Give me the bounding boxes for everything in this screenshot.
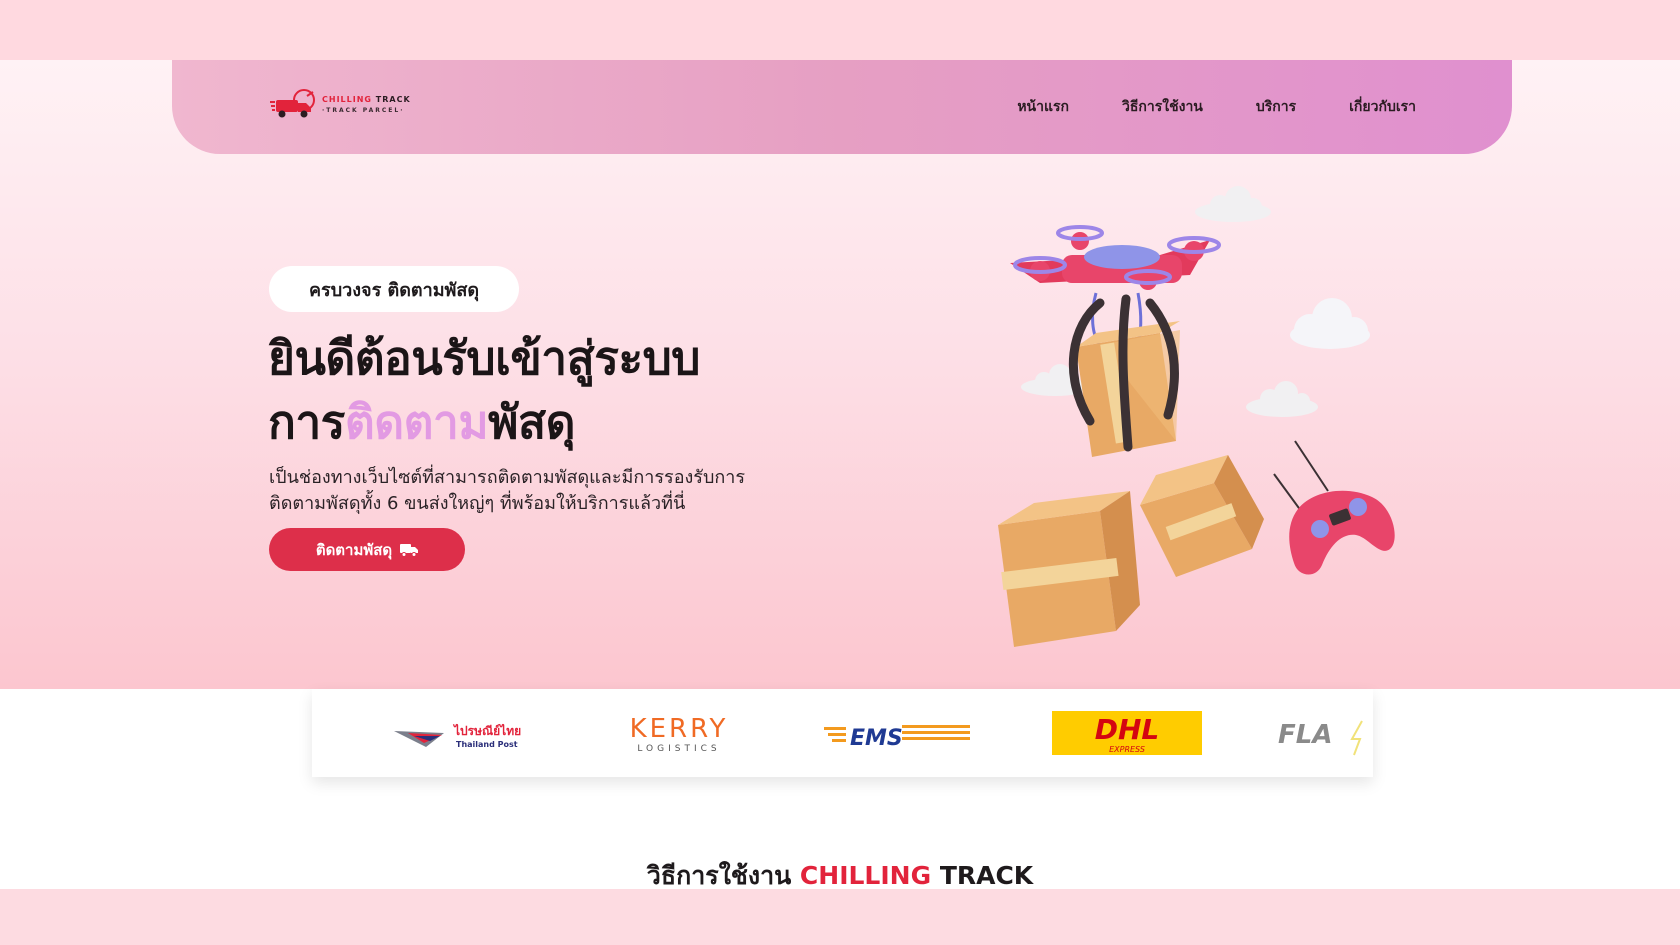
fluffy-cloud-icon	[1290, 298, 1370, 349]
hero-badge: ครบวงจร ติดตามพัสดุ	[269, 266, 520, 312]
page-bottom-band	[0, 889, 1680, 945]
brand-tagline: ·TRACK PARCEL·	[322, 107, 405, 114]
nav-item-services[interactable]: บริการ	[1256, 96, 1296, 118]
nav-item-how-to-use[interactable]: วิธีการใช้งาน	[1122, 96, 1203, 118]
carrier-logos-strip: ไปรษณีย์ไทย Thailand Post KERRY LOGISTIC…	[312, 689, 1373, 777]
carrier-dhl[interactable]: DHL EXPRESS	[1052, 703, 1202, 763]
thailand-post-en-text: Thailand Post	[456, 740, 518, 749]
carrier-thailand-post[interactable]: ไปรษณีย์ไทย Thailand Post	[384, 703, 534, 763]
track-parcel-label: ติดตามพัสดุ	[315, 540, 393, 559]
hero-title-highlight: ติดตาม	[344, 395, 489, 449]
game-controller-icon	[1273, 440, 1395, 575]
section-title-suffix: TRACK	[931, 861, 1034, 890]
carrier-kerry[interactable]: KERRY LOGISTICS	[604, 703, 754, 763]
hero-description: เป็นช่องทางเว็บไซต์ที่สามารถติดตามพัสดุแ…	[269, 465, 809, 517]
brand-logo[interactable]: CHILLING TRACK ·TRACK PARCEL·	[270, 82, 420, 128]
navbar: CHILLING TRACK ·TRACK PARCEL· หน้าแรก วิ…	[0, 60, 1680, 154]
kerry-sub-text: LOGISTICS	[637, 744, 720, 754]
ems-text: EMS	[850, 726, 903, 751]
truck-logo-icon	[270, 89, 315, 118]
drone-icon	[1010, 225, 1221, 346]
tilted-box-icon	[1140, 455, 1264, 577]
box-icon	[998, 491, 1140, 647]
kerry-text: KERRY	[630, 714, 729, 744]
nav-item-home[interactable]: หน้าแรก	[1017, 96, 1069, 118]
track-parcel-button[interactable]: ติดตามพัสดุ	[269, 528, 465, 571]
hero-section	[0, 60, 1680, 689]
nav-item-about[interactable]: เกี่ยวกับเรา	[1349, 96, 1416, 118]
how-to-use-section-title: วิธีการใช้งาน CHILLING TRACK	[0, 856, 1680, 896]
hero-title: ยินดีต้อนรับเข้าสู่ระบบ การติดตามพัสดุ	[268, 326, 828, 454]
carrier-ems[interactable]: EMS	[824, 703, 974, 763]
hero-title-line2: การติดตามพัสดุ	[268, 390, 828, 454]
carrier-flash[interactable]: FLA	[1272, 703, 1372, 763]
cloud-icon	[1246, 381, 1318, 417]
cloud-icon	[1195, 186, 1271, 222]
flash-text: FLA	[1278, 720, 1332, 750]
thailand-post-th-text: ไปรษณีย์ไทย	[452, 723, 521, 738]
drone-delivery-illustration	[998, 186, 1395, 647]
hero-title-suffix: พัสดุ	[488, 395, 575, 449]
section-title-prefix: วิธีการใช้งาน	[646, 861, 800, 890]
dhl-sub-text: EXPRESS	[1109, 745, 1145, 754]
hero-description-line1: เป็นช่องทางเว็บไซต์ที่สามารถติดตามพัสดุแ…	[269, 467, 746, 488]
dhl-text: DHL	[1095, 713, 1160, 746]
truck-icon	[400, 543, 419, 557]
hero-description-line2: ติดตามพัสดุทั้ง 6 ขนส่งใหญ่ๆ ที่พร้อมให้…	[269, 493, 686, 514]
brand-name-red: CHILLING	[322, 95, 372, 104]
page-top-band	[0, 0, 1680, 60]
section-title-red: CHILLING	[799, 861, 932, 890]
hero-title-line1: ยินดีต้อนรับเข้าสู่ระบบ	[268, 331, 701, 385]
hero-title-prefix: การ	[268, 395, 345, 449]
brand-name-dark: TRACK	[371, 95, 411, 104]
nav-links: หน้าแรก วิธีการใช้งาน บริการ เกี่ยวกับเร…	[1017, 96, 1416, 118]
